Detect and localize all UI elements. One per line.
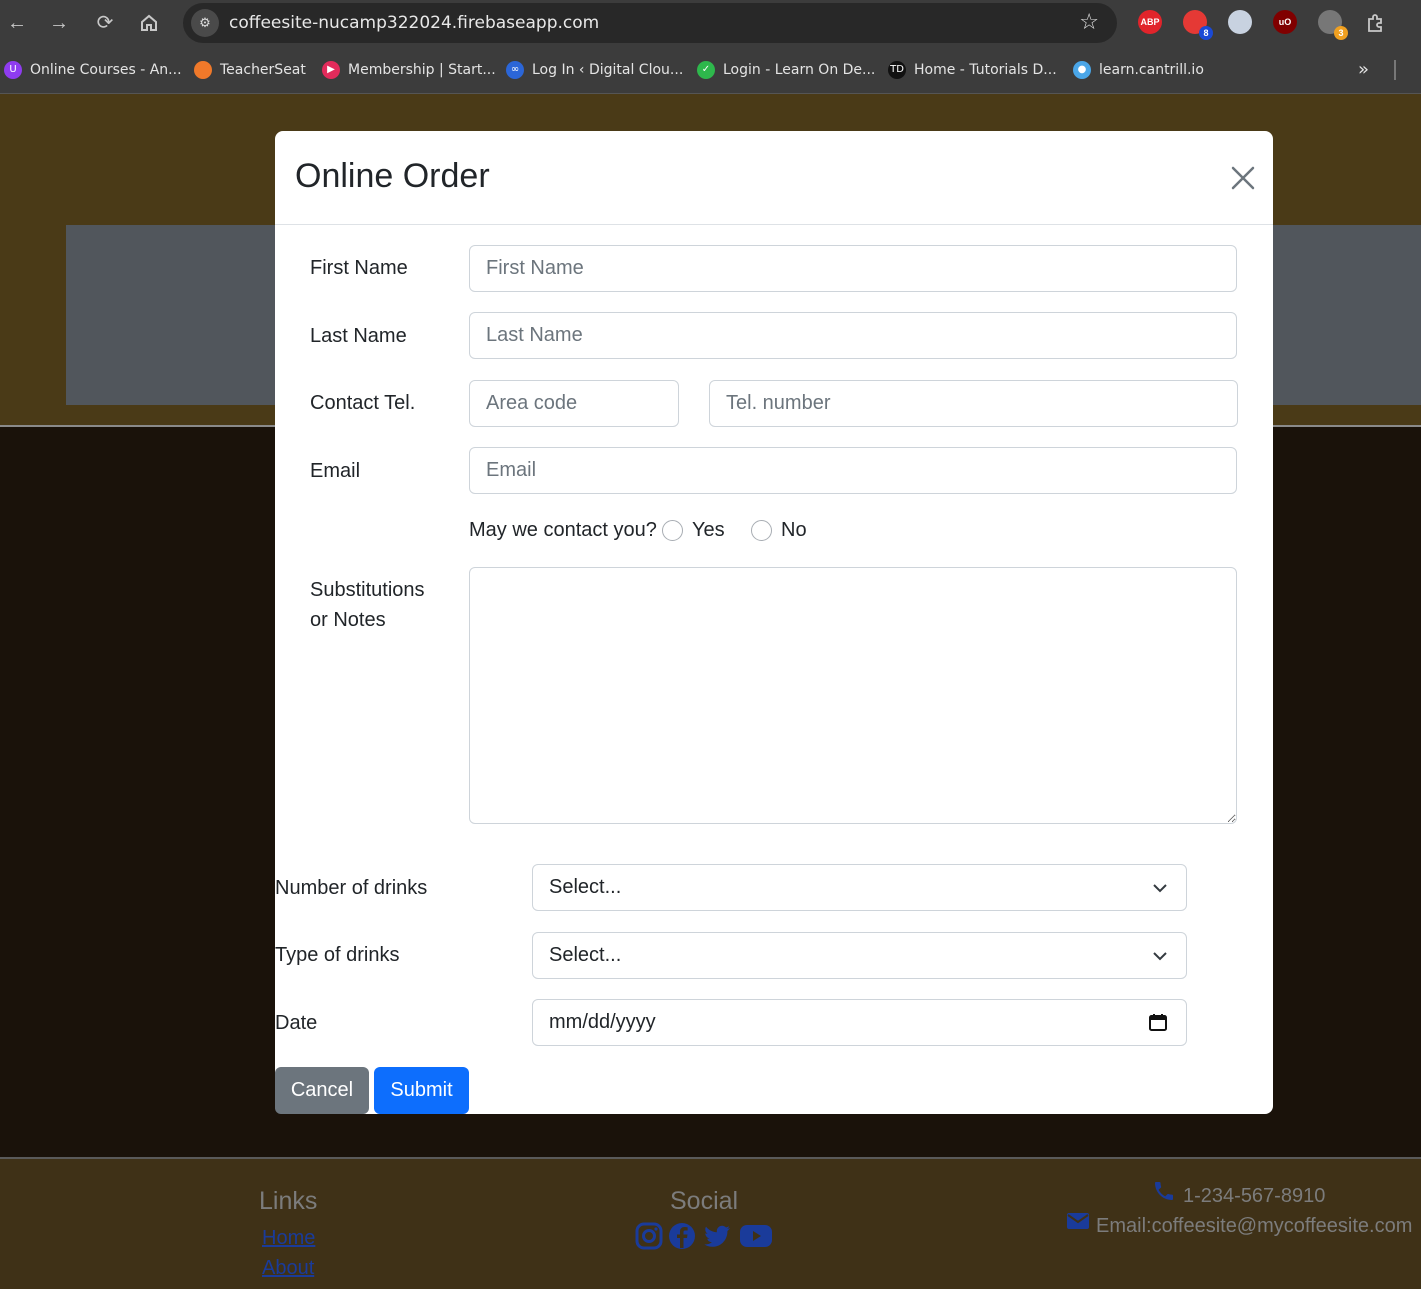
bookmark-label: Membership | Start...: [348, 62, 496, 78]
contact-tel-label: Contact Tel.: [310, 392, 416, 414]
close-icon[interactable]: [1228, 163, 1258, 193]
area-code-input[interactable]: [469, 380, 679, 427]
extension-badge: 3: [1334, 26, 1348, 40]
notes-textarea[interactable]: [469, 567, 1237, 824]
chevron-down-icon: [1153, 884, 1167, 893]
youtube-icon[interactable]: [739, 1221, 773, 1251]
extension-icon[interactable]: 8: [1183, 10, 1213, 40]
extension-icon[interactable]: uO: [1273, 10, 1297, 34]
footer-email: Email:coffeesite@mycoffeesite.com: [1096, 1215, 1413, 1237]
bookmark-label: Log In ‹ Digital Clou...: [532, 62, 684, 78]
submit-button[interactable]: Submit: [374, 1067, 469, 1114]
bookmark-item[interactable]: ✓ Login - Learn On De...: [697, 59, 875, 81]
extension-icon[interactable]: [1228, 10, 1252, 34]
first-name-input[interactable]: [469, 245, 1237, 292]
notes-label-line1: Substitutions: [310, 579, 425, 601]
type-of-drinks-select[interactable]: Select...: [532, 932, 1187, 979]
bookmark-star-icon[interactable]: ☆: [1079, 9, 1099, 35]
type-of-drinks-label: Type of drinks: [275, 944, 400, 966]
contact-question-label: May we contact you?: [469, 519, 657, 541]
forward-arrow-icon[interactable]: →: [44, 8, 74, 38]
chevron-down-icon: [1153, 952, 1167, 961]
last-name-input[interactable]: [469, 312, 1237, 359]
bookmark-favicon-icon: [194, 61, 212, 79]
modal-title: Online Order: [295, 157, 490, 195]
footer: Links Home About Social 1-234-567-8910 E…: [0, 1157, 1421, 1289]
extension-icon[interactable]: ABP: [1138, 10, 1162, 34]
twitter-icon[interactable]: [702, 1221, 732, 1251]
bookmark-item[interactable]: ∞ Log In ‹ Digital Clou...: [506, 59, 683, 81]
back-arrow-icon[interactable]: ←: [2, 8, 32, 38]
extension-icon[interactable]: 3: [1318, 10, 1348, 40]
browser-toolbar: ← → ⟳ ⚙ coffeesite-nucamp322024.firebase…: [0, 0, 1421, 46]
bookmark-item[interactable]: ● learn.cantrill.io: [1073, 59, 1204, 81]
bookmark-item[interactable]: TeacherSeat: [194, 59, 306, 81]
date-label: Date: [275, 1012, 318, 1034]
notes-label-line2: or Notes: [310, 609, 386, 631]
bookmarks-overflow-button[interactable]: »: [1358, 59, 1369, 81]
bookmark-favicon-icon: ●: [1073, 61, 1091, 79]
phone-icon: [1155, 1182, 1173, 1200]
bookmark-label: learn.cantrill.io: [1099, 62, 1204, 78]
footer-social-heading: Social: [670, 1187, 739, 1215]
number-of-drinks-select[interactable]: Select...: [532, 864, 1187, 911]
site-settings-icon[interactable]: ⚙: [191, 9, 219, 37]
bookmarks-divider: [1394, 60, 1396, 80]
tel-number-input[interactable]: [709, 380, 1238, 427]
bookmark-favicon-icon: ▶: [322, 61, 340, 79]
number-of-drinks-label: Number of drinks: [275, 877, 428, 899]
bookmark-item[interactable]: ▶ Membership | Start...: [322, 59, 496, 81]
email-input[interactable]: [469, 447, 1237, 494]
extensions-puzzle-icon[interactable]: [1360, 8, 1390, 38]
contact-no-radio[interactable]: [751, 520, 772, 541]
bookmark-favicon-icon: U: [4, 61, 22, 79]
type-of-drinks-value: Select...: [549, 944, 622, 966]
instagram-icon[interactable]: [634, 1221, 664, 1251]
home-icon[interactable]: [134, 8, 164, 38]
bookmark-label: TeacherSeat: [220, 62, 306, 78]
bookmark-item[interactable]: TD Home - Tutorials D...: [888, 59, 1057, 81]
address-url[interactable]: coffeesite-nucamp322024.firebaseapp.com: [229, 13, 599, 33]
cancel-button[interactable]: Cancel: [275, 1067, 369, 1114]
date-value: mm/dd/yyyy: [549, 1011, 656, 1033]
bookmark-favicon-icon: ∞: [506, 61, 524, 79]
modal-header: Online Order: [275, 131, 1273, 225]
reload-icon[interactable]: ⟳: [90, 8, 120, 38]
footer-link-about[interactable]: About: [262, 1257, 314, 1280]
facebook-icon[interactable]: [667, 1221, 697, 1251]
contact-yes-radio[interactable]: [662, 520, 683, 541]
footer-phone: 1-234-567-8910: [1183, 1185, 1326, 1207]
extension-badge: 8: [1199, 26, 1213, 40]
bookmark-label: Login - Learn On De...: [723, 62, 876, 78]
number-of-drinks-value: Select...: [549, 876, 622, 898]
envelope-icon: [1067, 1213, 1089, 1229]
last-name-label: Last Name: [310, 325, 407, 347]
footer-links-heading: Links: [259, 1187, 318, 1215]
address-bar[interactable]: ⚙ coffeesite-nucamp322024.firebaseapp.co…: [183, 3, 1117, 43]
bookmarks-bar: U Online Courses - An... TeacherSeat ▶ Membe…: [0, 46, 1421, 94]
bookmark-item[interactable]: U Online Courses - An...: [4, 59, 182, 81]
bookmark-favicon-icon: TD: [888, 61, 906, 79]
bookmark-favicon-icon: ✓: [697, 61, 715, 79]
bookmark-label: Home - Tutorials D...: [914, 62, 1057, 78]
date-input[interactable]: mm/dd/yyyy: [532, 999, 1187, 1046]
footer-link-home[interactable]: Home: [262, 1227, 315, 1250]
email-label: Email: [310, 460, 361, 482]
bookmark-label: Online Courses - An...: [30, 62, 182, 78]
contact-no-label: No: [781, 519, 807, 541]
calendar-icon[interactable]: [1148, 1012, 1168, 1032]
contact-yes-label: Yes: [692, 519, 725, 541]
first-name-label: First Name: [310, 257, 408, 279]
order-modal: Online Order First Name Last Name Contac…: [275, 131, 1273, 1114]
